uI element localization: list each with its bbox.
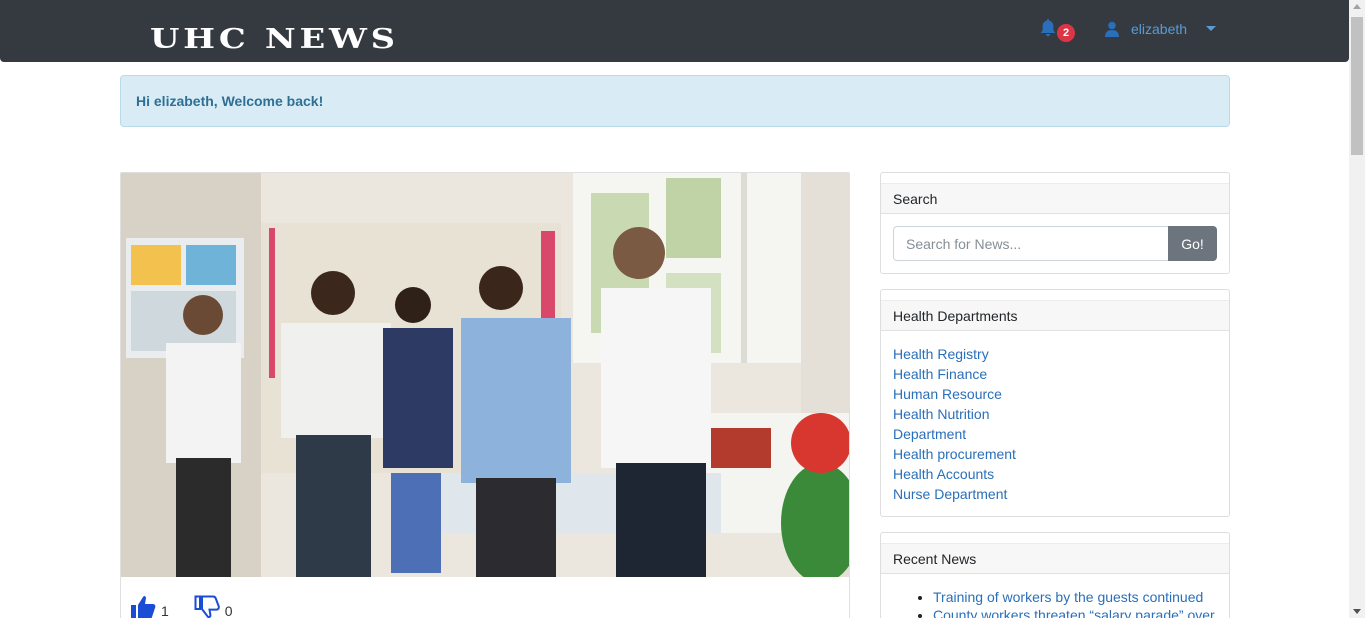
departments-list: Health Registry Health Finance Human Res…	[893, 344, 1016, 504]
search-widget-title: Search	[881, 183, 1229, 214]
department-link-health-nutrition-cont[interactable]: Department	[893, 426, 966, 442]
page-scrollbar[interactable]	[1349, 0, 1365, 618]
department-link-health-procurement[interactable]: Health procurement	[893, 446, 1016, 462]
go-button[interactable]: Go!	[1168, 226, 1217, 261]
search-form: Go!	[893, 226, 1217, 261]
list-item: Training of workers by the guests contin…	[933, 588, 1215, 606]
list-item: Department	[893, 424, 1016, 444]
departments-widget: Health Departments Health Registry Healt…	[880, 289, 1230, 517]
list-item: County workers threaten “salary parade” …	[933, 606, 1215, 618]
department-link-health-nutrition[interactable]: Health Nutrition	[893, 406, 990, 422]
welcome-alert: Hi elizabeth, Welcome back!	[120, 75, 1230, 127]
list-item: Health procurement	[893, 444, 1016, 464]
like-count: 1	[161, 603, 169, 618]
list-item: Nurse Department	[893, 484, 1016, 504]
list-item: Health Finance	[893, 364, 1016, 384]
user-name: elizabeth	[1131, 21, 1188, 37]
department-link-health-finance[interactable]: Health Finance	[893, 366, 987, 382]
department-link-nurse-department[interactable]: Nurse Department	[893, 486, 1007, 502]
brand-logo[interactable]: UHC NEWS	[150, 25, 399, 55]
search-input[interactable]	[893, 226, 1168, 261]
department-link-health-registry[interactable]: Health Registry	[893, 346, 989, 362]
welcome-message: Hi elizabeth, Welcome back!	[136, 93, 324, 109]
recent-news-widget: Recent News Training of workers by the g…	[880, 532, 1230, 618]
notification-count-badge: 2	[1057, 24, 1075, 42]
list-item: Health Accounts	[893, 464, 1016, 484]
scrollbar-thumb[interactable]	[1351, 17, 1363, 155]
scroll-up-arrow-icon[interactable]	[1353, 4, 1361, 9]
department-link-health-accounts[interactable]: Health Accounts	[893, 466, 994, 482]
list-item: Health Registry	[893, 344, 1016, 364]
top-navbar: UHC NEWS 2 elizabeth	[0, 0, 1349, 62]
departments-widget-title: Health Departments	[881, 300, 1229, 331]
scroll-down-arrow-icon[interactable]	[1353, 609, 1361, 614]
recent-news-link[interactable]: Training of workers by the guests contin…	[933, 589, 1203, 605]
thumbs-down-icon[interactable]	[194, 595, 220, 618]
recent-news-link[interactable]: County workers threaten “salary parade” …	[933, 607, 1215, 618]
list-item: Human Resource	[893, 384, 1016, 404]
recent-news-widget-title: Recent News	[881, 543, 1229, 574]
search-widget: Search Go!	[880, 172, 1230, 274]
user-menu[interactable]: elizabeth	[1104, 19, 1187, 39]
user-icon	[1105, 21, 1119, 37]
caret-down-icon[interactable]	[1206, 26, 1216, 31]
department-link-human-resource[interactable]: Human Resource	[893, 386, 1002, 402]
news-post-card: 1 0	[120, 172, 850, 618]
dislike-count: 0	[224, 603, 233, 618]
thumbs-up-icon[interactable]	[130, 595, 156, 618]
news-photo[interactable]	[121, 173, 849, 577]
post-reactions: 1 0	[130, 595, 233, 618]
recent-news-list: Training of workers by the guests contin…	[933, 588, 1215, 618]
bell-icon[interactable]	[1039, 18, 1057, 38]
list-item: Health Nutrition	[893, 404, 1016, 424]
